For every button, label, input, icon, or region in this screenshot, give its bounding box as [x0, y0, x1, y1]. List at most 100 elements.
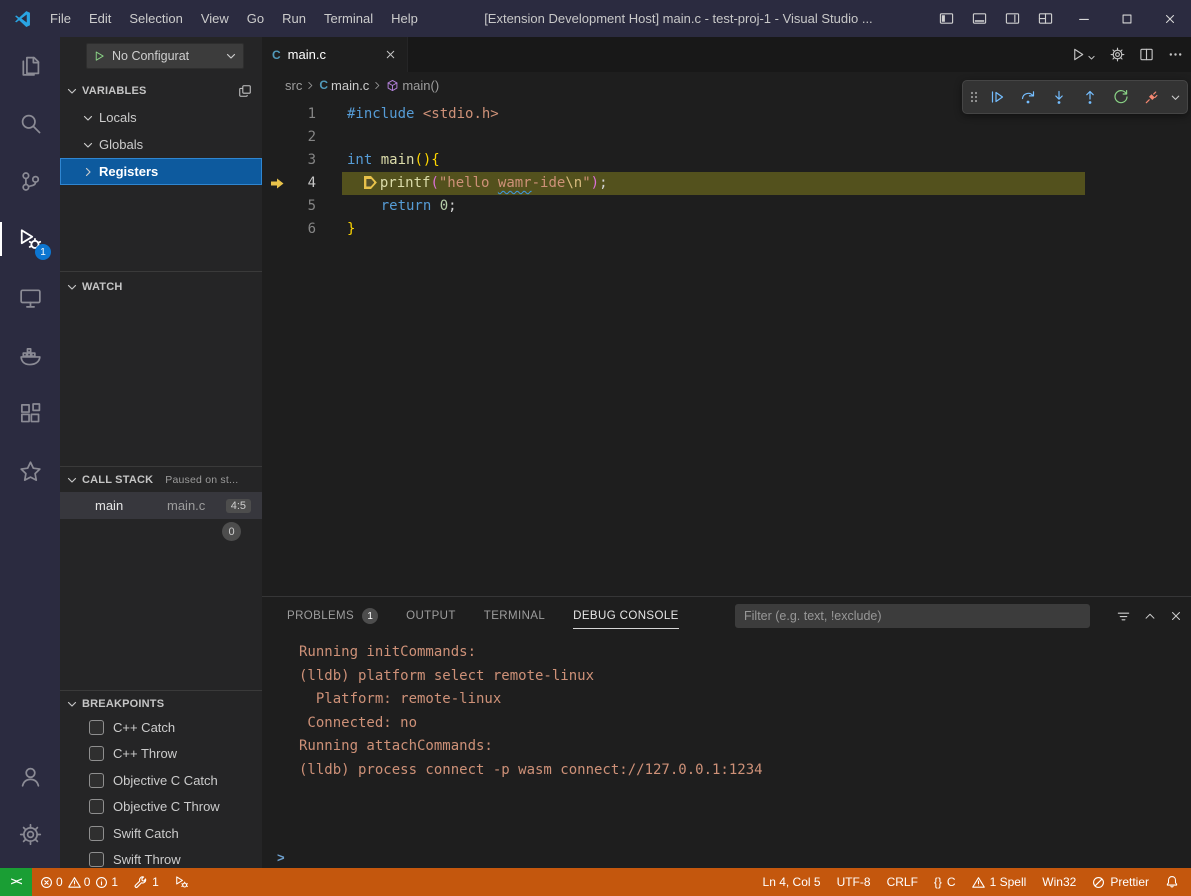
call-stack-frame-row[interactable]: main main.c 4:5	[60, 492, 262, 519]
line-number-3[interactable]: 3	[262, 149, 316, 172]
encoding[interactable]: UTF-8	[829, 868, 879, 896]
toggle-panel-icon[interactable]	[963, 0, 996, 37]
menu-selection[interactable]: Selection	[120, 0, 191, 37]
remote-indicator[interactable]: ><	[0, 868, 32, 896]
menu-view[interactable]: View	[192, 0, 238, 37]
variables-item-locals[interactable]: Locals	[60, 104, 262, 131]
settings-gear-icon[interactable]	[0, 810, 60, 858]
platform-target[interactable]: Win32	[1034, 868, 1084, 896]
code-line-5[interactable]: 5 return 0;	[262, 195, 1191, 218]
end-of-line[interactable]: CRLF	[879, 868, 926, 896]
spell-checker-status[interactable]: 1 Spell	[964, 868, 1035, 896]
breakpoint-checkbox[interactable]	[89, 799, 104, 814]
code-line-3[interactable]: 3 int main(){	[262, 149, 1191, 172]
breakpoint-checkbox[interactable]	[89, 852, 104, 867]
close-panel-icon[interactable]	[1169, 609, 1183, 623]
line-number-5[interactable]: 5	[262, 195, 316, 218]
maximize-button[interactable]	[1105, 0, 1148, 37]
running-tasks-status[interactable]: 1	[126, 868, 167, 896]
line-number-1[interactable]: 1	[262, 103, 316, 126]
formatter-status[interactable]: Prettier	[1084, 868, 1157, 896]
debug-toolbar[interactable]	[962, 80, 1188, 114]
extensions-icon[interactable]	[0, 389, 60, 437]
filter-icon[interactable]	[1116, 609, 1131, 624]
cursor-position[interactable]: Ln 4, Col 5	[755, 868, 829, 896]
chevron-down-icon[interactable]	[1170, 92, 1181, 103]
search-icon[interactable]	[0, 99, 60, 147]
tab-output[interactable]: OUTPUT	[406, 597, 456, 635]
call-stack-section-header[interactable]: CALL STACK Paused on st...	[60, 467, 262, 493]
notifications-bell-icon[interactable]	[1157, 868, 1187, 896]
line-number-2[interactable]: 2	[262, 126, 316, 149]
breadcrumb-folder[interactable]: src	[285, 78, 302, 93]
breakpoint-checkbox[interactable]	[89, 826, 104, 841]
step-into-icon[interactable]	[1046, 84, 1072, 110]
console-input-row[interactable]: >	[262, 846, 1191, 868]
toggle-secondary-sidebar-icon[interactable]	[996, 0, 1029, 37]
close-tab-icon[interactable]	[384, 48, 397, 61]
breakpoint-cpp-throw[interactable]: C++ Throw	[60, 740, 262, 766]
menu-file[interactable]: File	[41, 0, 80, 37]
menu-terminal[interactable]: Terminal	[315, 0, 382, 37]
remote-explorer-icon[interactable]	[0, 273, 60, 321]
breakpoint-checkbox[interactable]	[89, 746, 104, 761]
breakpoint-objc-throw[interactable]: Objective C Throw	[60, 793, 262, 819]
menu-run[interactable]: Run	[273, 0, 315, 37]
breakpoint-objc-catch[interactable]: Objective C Catch	[60, 767, 262, 793]
more-actions-icon[interactable]	[1168, 47, 1183, 62]
tab-problems[interactable]: PROBLEMS 1	[287, 597, 378, 635]
language-mode[interactable]: {} C	[926, 868, 964, 896]
console-filter-input[interactable]	[735, 604, 1090, 628]
docker-icon[interactable]	[0, 331, 60, 379]
source-control-icon[interactable]	[0, 157, 60, 205]
accounts-icon[interactable]	[0, 752, 60, 800]
line-number-6[interactable]: 6	[262, 218, 316, 241]
favorites-star-icon[interactable]	[0, 447, 60, 495]
menu-edit[interactable]: Edit	[80, 0, 120, 37]
variables-item-globals[interactable]: Globals	[60, 131, 262, 158]
maximize-panel-icon[interactable]	[1143, 609, 1157, 623]
code-line-4[interactable]: 4 printf("hello wamr-ide\n");	[262, 172, 1191, 195]
restart-icon[interactable]	[1108, 84, 1134, 110]
breakpoint-checkbox[interactable]	[89, 720, 104, 735]
code-line-2[interactable]: 2	[262, 126, 1191, 149]
tab-main-c[interactable]: C main.c	[262, 37, 408, 72]
code-line-6[interactable]: 6 }	[262, 218, 1191, 241]
problems-status[interactable]: 0 0 1	[32, 868, 126, 896]
tab-debug-console[interactable]: DEBUG CONSOLE	[573, 597, 679, 635]
menu-help[interactable]: Help	[382, 0, 427, 37]
breakpoint-swift-catch[interactable]: Swift Catch	[60, 820, 262, 846]
breakpoint-swift-throw[interactable]: Swift Throw	[60, 846, 262, 868]
menu-go[interactable]: Go	[238, 0, 273, 37]
breakpoint-cpp-catch[interactable]: C++ Catch	[60, 714, 262, 740]
settings-gear-icon[interactable]	[1110, 47, 1125, 62]
tab-terminal[interactable]: TERMINAL	[484, 597, 545, 635]
copy-icon[interactable]	[238, 84, 252, 98]
code-area[interactable]: 1 #include <stdio.h> 2 3 int main(){ 4 p…	[262, 98, 1191, 596]
step-out-icon[interactable]	[1077, 84, 1103, 110]
variables-item-registers[interactable]: Registers	[60, 158, 262, 185]
debug-status-icon[interactable]	[167, 868, 197, 896]
customize-layout-icon[interactable]	[1029, 0, 1062, 37]
run-or-debug-icon[interactable]	[1071, 47, 1096, 62]
breakpoint-checkbox[interactable]	[89, 773, 104, 788]
run-and-debug-icon[interactable]: 1	[0, 215, 60, 263]
explorer-icon[interactable]	[0, 41, 60, 89]
debug-start-icon[interactable]	[93, 50, 106, 63]
step-over-icon[interactable]	[1015, 84, 1041, 110]
split-editor-icon[interactable]	[1139, 47, 1154, 62]
toggle-sidebar-icon[interactable]	[930, 0, 963, 37]
variables-section-header[interactable]: VARIABLES	[60, 78, 262, 104]
disconnect-icon[interactable]	[1139, 84, 1165, 110]
inline-breakpoint-icon[interactable]	[364, 176, 377, 189]
breadcrumb-file[interactable]: main.c	[331, 78, 369, 93]
continue-icon[interactable]	[984, 84, 1010, 110]
watch-section-header[interactable]: WATCH	[60, 274, 262, 300]
minimize-button[interactable]	[1062, 0, 1105, 37]
line-number-4[interactable]: 4	[262, 172, 316, 195]
breadcrumb-symbol[interactable]: main()	[402, 78, 439, 93]
debug-config-dropdown[interactable]: No Configurat	[86, 43, 244, 69]
console-repl-input[interactable]	[293, 850, 1191, 865]
drag-handle-icon[interactable]	[969, 89, 979, 105]
close-button[interactable]	[1148, 0, 1191, 37]
